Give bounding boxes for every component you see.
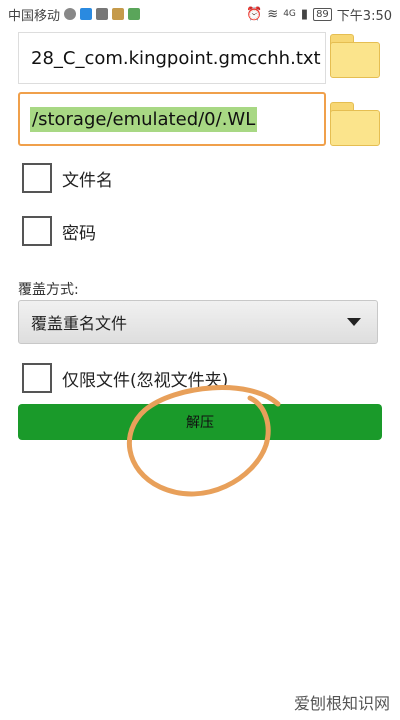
- status-right: ⏰ ≋ 4G ▮ 89 下午3:50: [246, 5, 400, 24]
- extract-button[interactable]: 解压: [18, 404, 382, 440]
- clock-text: 下午3:50: [336, 8, 392, 24]
- source-file-field[interactable]: 28_C_com.kingpoint.gmcchh.txt: [18, 32, 326, 84]
- battery-indicator: 89: [313, 7, 332, 21]
- password-label: 密码: [62, 223, 96, 244]
- status-bar: 中国移动 ⏰ ≋ 4G ▮ 89 下午3:50: [0, 0, 400, 28]
- app-icon: [96, 8, 109, 20]
- overwrite-label: 覆盖方式:: [18, 282, 79, 298]
- dropdown-arrow-icon: [347, 318, 361, 326]
- destination-field[interactable]: /storage/emulated/0/.WL: [18, 92, 326, 146]
- wifi-icon: ≋: [267, 6, 279, 22]
- watermark-text: 爱刨根知识网: [293, 694, 390, 713]
- overwrite-select[interactable]: 覆盖重名文件: [18, 300, 378, 344]
- overwrite-value: 覆盖重名文件: [31, 314, 128, 333]
- alarm-icon: ⏰: [246, 6, 263, 22]
- status-left: 中国移动: [0, 5, 141, 24]
- files-only-label: 仅限文件(忽视文件夹): [62, 370, 229, 391]
- filename-checkbox[interactable]: [22, 163, 52, 193]
- filename-label: 文件名: [62, 170, 113, 191]
- password-checkbox[interactable]: [22, 216, 52, 246]
- extract-button-label: 解压: [186, 415, 214, 431]
- network-text: 4G: [283, 9, 296, 19]
- folder-icon[interactable]: [330, 102, 380, 146]
- files-only-checkbox[interactable]: [22, 363, 52, 393]
- signal-icon: ▮: [300, 6, 309, 22]
- files-only-option[interactable]: 仅限文件(忽视文件夹): [22, 363, 228, 393]
- filename-option[interactable]: 文件名: [22, 163, 113, 193]
- destination-text: /storage/emulated/0/.WL: [30, 106, 258, 132]
- wechat-icon: [64, 8, 77, 20]
- app-icon: [128, 8, 141, 20]
- password-option[interactable]: 密码: [22, 216, 96, 246]
- source-file-text: 28_C_com.kingpoint.gmcchh.txt: [31, 47, 321, 69]
- app-icon: [112, 8, 125, 20]
- carrier-text: 中国移动: [8, 8, 61, 24]
- folder-icon[interactable]: [330, 34, 380, 78]
- app-icon: [80, 8, 93, 20]
